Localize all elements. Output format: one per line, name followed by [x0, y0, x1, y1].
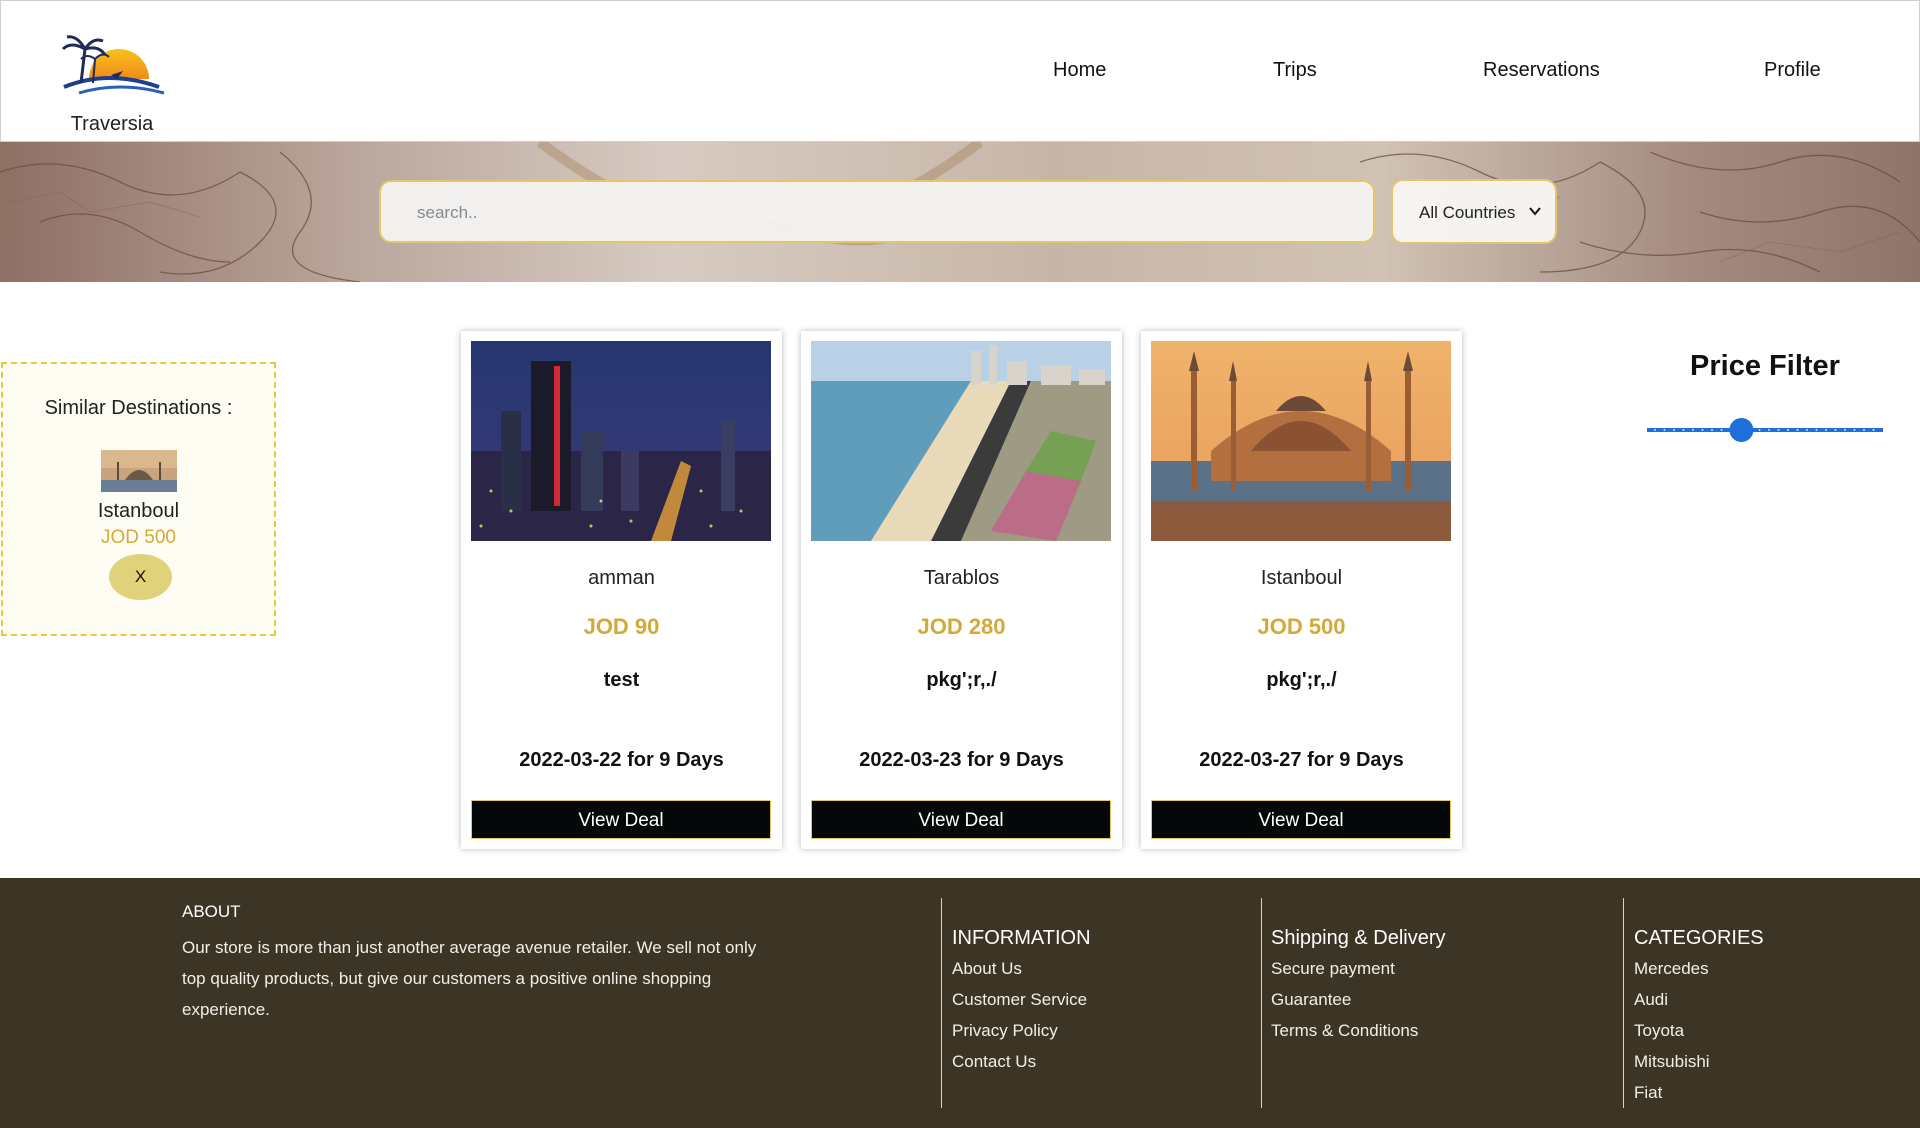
chevron-down-icon [1529, 207, 1541, 216]
site-footer: ABOUT Our store is more than just anothe… [0, 878, 1920, 1128]
slider-tick [1673, 429, 1675, 431]
trip-name: Istanboul [1260, 567, 1343, 589]
footer-divider [941, 898, 942, 1108]
brand-name: Traversia [70, 113, 154, 135]
slider-tick [1796, 429, 1799, 431]
footer-link-contact-us[interactable]: Contact Us [952, 1046, 1091, 1077]
trip-image-istanboul[interactable] [1151, 341, 1451, 541]
nav-trips[interactable]: Trips [1273, 59, 1317, 82]
footer-link-guarantee[interactable]: Guarantee [1271, 984, 1446, 1015]
slider-tick [1663, 429, 1666, 431]
footer-link-fiat[interactable]: Fiat [1634, 1077, 1764, 1108]
trip-price: JOD 280 [917, 614, 1006, 639]
view-deal-button[interactable]: View Deal [471, 800, 771, 839]
slider-tick [1758, 429, 1761, 431]
search-input[interactable]: search.. [379, 180, 1375, 243]
nav-reservations[interactable]: Reservations [1483, 59, 1600, 82]
footer-link-about-us[interactable]: About Us [952, 953, 1091, 984]
slider-tick [1720, 429, 1723, 431]
trip-card-amman: amman JOD 90 test 2022-03-22 for 9 Days … [461, 331, 782, 849]
footer-categories-heading: CATEGORIES [1634, 927, 1764, 949]
trip-date: 2022-03-27 for 9 Days [1199, 749, 1404, 771]
trip-card-istanboul: Istanboul JOD 500 pkg';r,./ 2022-03-27 f… [1141, 331, 1462, 849]
trip-date: 2022-03-22 for 9 Days [519, 749, 724, 771]
footer-link-mercedes[interactable]: Mercedes [1634, 953, 1764, 984]
remove-similar-button[interactable]: X [109, 554, 172, 600]
price-filter-slider[interactable] [1645, 415, 1885, 445]
footer-link-privacy-policy[interactable]: Privacy Policy [952, 1015, 1091, 1046]
logo-icon[interactable] [59, 31, 169, 96]
trip-price: JOD 90 [583, 614, 660, 639]
price-filter-title: Price Filter [1690, 350, 1840, 382]
footer-link-terms-conditions[interactable]: Terms & Conditions [1271, 1015, 1446, 1046]
footer-categories-column: CATEGORIES Mercedes Audi Toyota Mitsubis… [1634, 927, 1764, 1108]
slider-tick [1834, 429, 1837, 431]
slider-tick [1787, 429, 1789, 431]
slider-tick [1768, 429, 1770, 431]
trip-card-tarablos: Tarablos JOD 280 pkg';r,./ 2022-03-23 fo… [801, 331, 1122, 849]
slider-tick [1777, 429, 1780, 431]
view-deal-button[interactable]: View Deal [811, 800, 1111, 839]
footer-link-customer-service[interactable]: Customer Service [952, 984, 1091, 1015]
slider-tick [1806, 429, 1808, 431]
footer-link-mitsubishi[interactable]: Mitsubishi [1634, 1046, 1764, 1077]
footer-information-column: INFORMATION About Us Customer Service Pr… [952, 927, 1091, 1077]
trip-name: amman [588, 567, 655, 589]
nav-profile[interactable]: Profile [1764, 59, 1821, 82]
footer-link-toyota[interactable]: Toyota [1634, 1015, 1764, 1046]
footer-shipping-heading: Shipping & Delivery [1271, 927, 1446, 949]
slider-tick [1701, 429, 1704, 431]
trip-name: Tarablos [923, 567, 1000, 589]
slider-tick [1872, 429, 1875, 431]
search-placeholder: search.. [417, 203, 478, 222]
footer-link-audi[interactable]: Audi [1634, 984, 1764, 1015]
footer-information-heading: INFORMATION [952, 927, 1091, 949]
slider-tick [1844, 429, 1846, 431]
slider-tick [1711, 429, 1713, 431]
footer-about-heading: ABOUT [182, 902, 241, 921]
trip-description: pkg';r,./ [1266, 669, 1337, 691]
country-select[interactable]: All Countries [1391, 179, 1557, 244]
footer-divider [1623, 898, 1624, 1108]
trip-price: JOD 500 [1257, 614, 1346, 639]
country-select-value: All Countries [1419, 203, 1516, 222]
slider-tick [1853, 429, 1856, 431]
similar-destinations-title: Similar Destinations : [44, 397, 233, 419]
slider-thumb[interactable] [1729, 418, 1754, 442]
footer-divider [1261, 898, 1262, 1108]
similar-destinations-panel: Similar Destinations : Istanboul JOD 500… [1, 362, 276, 636]
trip-image-amman[interactable] [471, 341, 771, 541]
slider-tick [1815, 429, 1818, 431]
slider-tick [1654, 429, 1656, 431]
footer-about-text: Our store is more than just another aver… [182, 938, 757, 1019]
slider-tick [1863, 429, 1865, 431]
similar-destination-price: JOD 500 [101, 527, 176, 548]
trip-image-tarablos[interactable] [811, 341, 1111, 541]
slider-tick [1682, 429, 1685, 431]
footer-shipping-column: Shipping & Delivery Secure payment Guara… [1271, 927, 1446, 1046]
trip-description: test [603, 669, 640, 691]
view-deal-button[interactable]: View Deal [1151, 800, 1451, 839]
similar-destination-name: Istanboul [97, 500, 180, 522]
footer-link-secure-payment[interactable]: Secure payment [1271, 953, 1446, 984]
trip-description: pkg';r,./ [926, 669, 997, 691]
slider-tick [1692, 429, 1694, 431]
nav-home[interactable]: Home [1053, 59, 1106, 82]
slider-tick [1825, 429, 1827, 431]
trip-date: 2022-03-23 for 9 Days [859, 749, 1064, 771]
similar-destination-image[interactable] [101, 450, 177, 492]
site-header: Traversia Home Trips Reservations Profil… [0, 0, 1920, 142]
